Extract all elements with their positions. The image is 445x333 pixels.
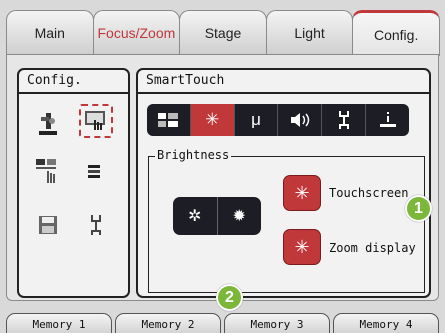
- mu-button[interactable]: μ: [235, 104, 279, 136]
- smarttouch-config-icon[interactable]: [79, 104, 113, 138]
- brightness-icon[interactable]: ✳: [190, 104, 235, 136]
- wrench-icon[interactable]: [79, 208, 113, 242]
- stack-icon[interactable]: [79, 154, 113, 188]
- tab-memory-1[interactable]: Memory 1: [6, 313, 112, 333]
- tab-label: Config.: [373, 26, 419, 43]
- zoom-display-brightness-button[interactable]: ✳: [283, 229, 321, 265]
- tab-focus-zoom[interactable]: Focus/Zoom: [92, 10, 181, 54]
- memory-tab-label: Memory 3: [250, 317, 304, 331]
- callout-badge-2: 2: [216, 284, 243, 311]
- speaker-icon[interactable]: [278, 104, 323, 136]
- wrench-icon[interactable]: [322, 104, 367, 136]
- tab-memory-3[interactable]: Memory 3: [224, 313, 330, 333]
- memory-tabbar: Memory 1 Memory 2 Memory 3 Memory 4: [6, 313, 439, 333]
- brightness-stepper: ✲ ✹: [173, 197, 261, 235]
- callout-badge-1: 1: [405, 195, 432, 222]
- brightness-label: Brightness: [155, 148, 232, 162]
- memory-tab-label: Memory 4: [359, 317, 413, 331]
- touch-layout-icon[interactable]: [31, 154, 65, 188]
- tab-config[interactable]: Config.: [352, 10, 440, 56]
- main-tabbar: Main Focus/Zoom Stage Light Config.: [6, 10, 440, 56]
- tab-main[interactable]: Main: [6, 10, 94, 54]
- save-icon[interactable]: [31, 208, 65, 242]
- zoom-display-label: Zoom display: [329, 241, 416, 255]
- microscope-icon[interactable]: [31, 106, 65, 140]
- tab-label: Main: [34, 24, 65, 41]
- tab-light[interactable]: Light: [265, 10, 354, 54]
- mu-label: μ: [251, 110, 261, 129]
- config-title: Config.: [19, 70, 128, 94]
- smarttouch-title: SmartTouch: [138, 70, 429, 94]
- smarttouch-box: SmartTouch ✳ μ Brightness ✲ ✹ ✳ Touchscr…: [136, 68, 431, 298]
- tab-label: Light: [294, 24, 325, 41]
- memory-tab-label: Memory 1: [32, 317, 86, 331]
- tab-stage[interactable]: Stage: [179, 10, 267, 54]
- tab-memory-4[interactable]: Memory 4: [333, 313, 439, 333]
- touchscreen-brightness-button[interactable]: ✳: [283, 175, 321, 211]
- main-panel: Config. SmartTouch ✳ μ Brightness ✲ ✹ ✳ …: [6, 54, 439, 301]
- tab-label: Stage: [204, 24, 242, 41]
- app-window: Main Focus/Zoom Stage Light Config. Conf…: [0, 0, 445, 333]
- info-icon[interactable]: [366, 104, 409, 136]
- tab-label: Focus/Zoom: [97, 24, 176, 41]
- tab-memory-2[interactable]: Memory 2: [115, 313, 221, 333]
- memory-tab-label: Memory 2: [141, 317, 195, 331]
- brightness-group: Brightness ✲ ✹ ✳ Touchscreen ✳ Zoom disp…: [148, 148, 425, 293]
- touchscreen-label: Touchscreen: [329, 186, 409, 200]
- brightness-increase-button[interactable]: ✹: [218, 197, 262, 235]
- smarttouch-toolbar: ✳ μ: [147, 104, 409, 136]
- settings-grid-icon[interactable]: [147, 104, 191, 136]
- brightness-decrease-button[interactable]: ✲: [173, 197, 218, 235]
- config-box: Config.: [17, 68, 130, 298]
